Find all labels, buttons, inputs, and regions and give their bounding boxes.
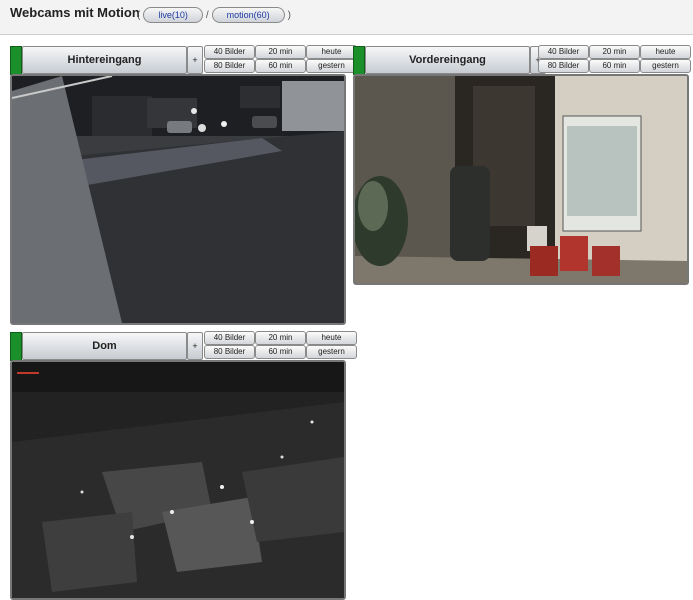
camera-name-button[interactable]: Dom bbox=[22, 332, 187, 360]
camera-image[interactable] bbox=[10, 74, 346, 325]
20-min-button[interactable]: 20 min bbox=[255, 45, 306, 59]
status-indicator bbox=[353, 46, 365, 75]
expand-button[interactable]: + bbox=[187, 46, 203, 74]
paren-close: ) bbox=[287, 9, 292, 21]
80-images-button[interactable]: 80 Bilder bbox=[538, 59, 589, 73]
camera-image[interactable] bbox=[10, 360, 346, 600]
today-button[interactable]: heute bbox=[306, 331, 357, 345]
camera-toolbar: Hintereingang + 40 Bilder 80 Bilder 20 m… bbox=[10, 45, 357, 75]
80-images-button[interactable]: 80 Bilder bbox=[204, 345, 255, 359]
80-images-button[interactable]: 80 Bilder bbox=[204, 59, 255, 73]
yesterday-button[interactable]: gestern bbox=[306, 59, 357, 73]
camera-panel-dom: Dom + 40 Bilder 80 Bilder 20 min 60 min … bbox=[10, 331, 357, 600]
camera-image[interactable] bbox=[353, 74, 689, 285]
expand-button[interactable]: + bbox=[187, 332, 203, 360]
live-link[interactable]: live(10) bbox=[143, 7, 203, 23]
camera-panel-hintereingang: Hintereingang + 40 Bilder 80 Bilder 20 m… bbox=[10, 45, 357, 325]
camera-toolbar: Vordereingang + 40 Bilder 80 Bilder 20 m… bbox=[353, 45, 691, 75]
separator: / bbox=[205, 9, 209, 21]
20-min-button[interactable]: 20 min bbox=[589, 45, 640, 59]
yesterday-button[interactable]: gestern bbox=[306, 345, 357, 359]
page-title: Webcams mit Motion bbox=[10, 5, 140, 20]
status-indicator bbox=[10, 46, 22, 75]
40-images-button[interactable]: 40 Bilder bbox=[204, 331, 255, 345]
today-button[interactable]: heute bbox=[306, 45, 357, 59]
yesterday-button[interactable]: gestern bbox=[640, 59, 691, 73]
status-indicator bbox=[10, 332, 22, 361]
20-min-button[interactable]: 20 min bbox=[255, 331, 306, 345]
60-min-button[interactable]: 60 min bbox=[589, 59, 640, 73]
camera-name-button[interactable]: Vordereingang bbox=[365, 46, 530, 74]
view-links: ( live(10) / motion(60) ) bbox=[137, 7, 291, 23]
60-min-button[interactable]: 60 min bbox=[255, 59, 306, 73]
camera-panel-vordereingang: Vordereingang + 40 Bilder 80 Bilder 20 m… bbox=[353, 45, 691, 285]
camera-name-button[interactable]: Hintereingang bbox=[22, 46, 187, 74]
today-button[interactable]: heute bbox=[640, 45, 691, 59]
40-images-button[interactable]: 40 Bilder bbox=[204, 45, 255, 59]
paren-open: ( bbox=[137, 9, 141, 21]
40-images-button[interactable]: 40 Bilder bbox=[538, 45, 589, 59]
motion-link[interactable]: motion(60) bbox=[211, 7, 285, 23]
page-header: Webcams mit Motion ( live(10) / motion(6… bbox=[0, 0, 693, 35]
60-min-button[interactable]: 60 min bbox=[255, 345, 306, 359]
camera-toolbar: Dom + 40 Bilder 80 Bilder 20 min 60 min … bbox=[10, 331, 357, 361]
